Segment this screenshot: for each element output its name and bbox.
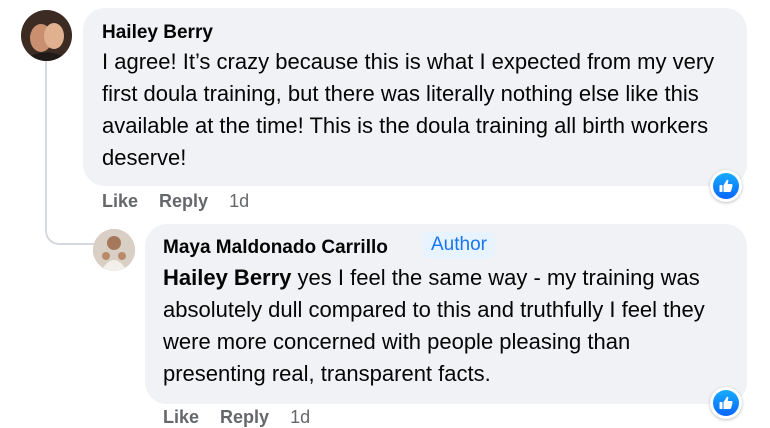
avatar[interactable] [93,229,135,271]
like-button[interactable]: Like [102,191,138,212]
comment-bubble: Maya Maldonado Carrillo Author Hailey Be… [145,224,747,404]
reply-button[interactable]: Reply [159,191,208,212]
comment-actions: Like Reply 1d [163,407,310,428]
comment-author-name[interactable]: Hailey Berry [102,22,213,44]
avatar-photo [21,10,72,61]
comment-actions: Like Reply 1d [102,191,249,212]
reaction-badge[interactable] [710,387,742,419]
mention-link[interactable]: Hailey Berry [163,265,291,290]
avatar[interactable] [21,10,72,61]
avatar-photo [93,229,135,271]
comment-text: I agree! It’s crazy because this is what… [102,49,715,170]
author-badge: Author [423,232,495,258]
like-icon [719,396,733,409]
comment-bubble: Hailey Berry I agree! It’s crazy because… [83,8,747,186]
reaction-badge[interactable] [710,170,742,202]
timestamp[interactable]: 1d [290,407,310,428]
comment-author-name[interactable]: Maya Maldonado Carrillo [163,237,388,259]
reply-button[interactable]: Reply [220,407,269,428]
timestamp[interactable]: 1d [229,191,249,212]
like-icon [719,179,733,192]
like-button[interactable]: Like [163,407,199,428]
comment-text: Hailey Berry yes I feel the same way - m… [163,262,735,390]
